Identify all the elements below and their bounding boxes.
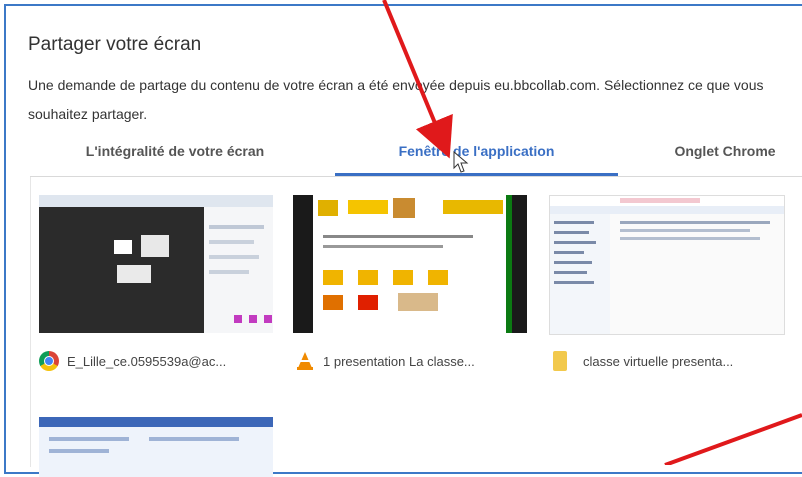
window-grid: E_Lille_ce.0595539a@ac... 1 presentation… xyxy=(30,177,802,477)
thumbnail-preview xyxy=(39,195,273,333)
window-thumbnail[interactable] xyxy=(39,417,273,477)
thumbnail-preview xyxy=(550,196,784,334)
window-thumbnail[interactable] xyxy=(39,195,273,333)
window-thumbnail[interactable] xyxy=(293,195,527,333)
dialog-description: Une demande de partage du contenu de vot… xyxy=(28,77,764,122)
window-title: classe virtuelle presenta... xyxy=(583,353,734,369)
thumbnail-preview xyxy=(39,417,273,453)
tab-entire-screen[interactable]: L'intégralité de votre écran xyxy=(30,140,320,173)
tab-chrome-tab[interactable]: Onglet Chrome xyxy=(625,140,802,173)
share-tabs: L'intégralité de votre écran Fenêtre de … xyxy=(30,140,802,176)
vlc-icon xyxy=(297,352,313,370)
window-thumbnail[interactable] xyxy=(549,195,785,335)
window-label[interactable]: classe virtuelle presenta... xyxy=(553,349,733,373)
window-title: E_Lille_ce.0595539a@ac... xyxy=(67,353,227,369)
window-label[interactable]: E_Lille_ce.0595539a@ac... xyxy=(39,349,226,373)
dialog-title: Partager votre écran xyxy=(28,34,202,55)
folder-icon xyxy=(553,351,567,371)
chrome-icon xyxy=(39,351,59,371)
window-label[interactable]: 1 presentation La classe... xyxy=(295,349,475,373)
tab-application-window[interactable]: Fenêtre de l'application xyxy=(335,140,618,176)
mouse-cursor-icon xyxy=(453,150,469,173)
window-title: 1 presentation La classe... xyxy=(323,353,475,369)
thumbnail-preview xyxy=(313,195,512,333)
